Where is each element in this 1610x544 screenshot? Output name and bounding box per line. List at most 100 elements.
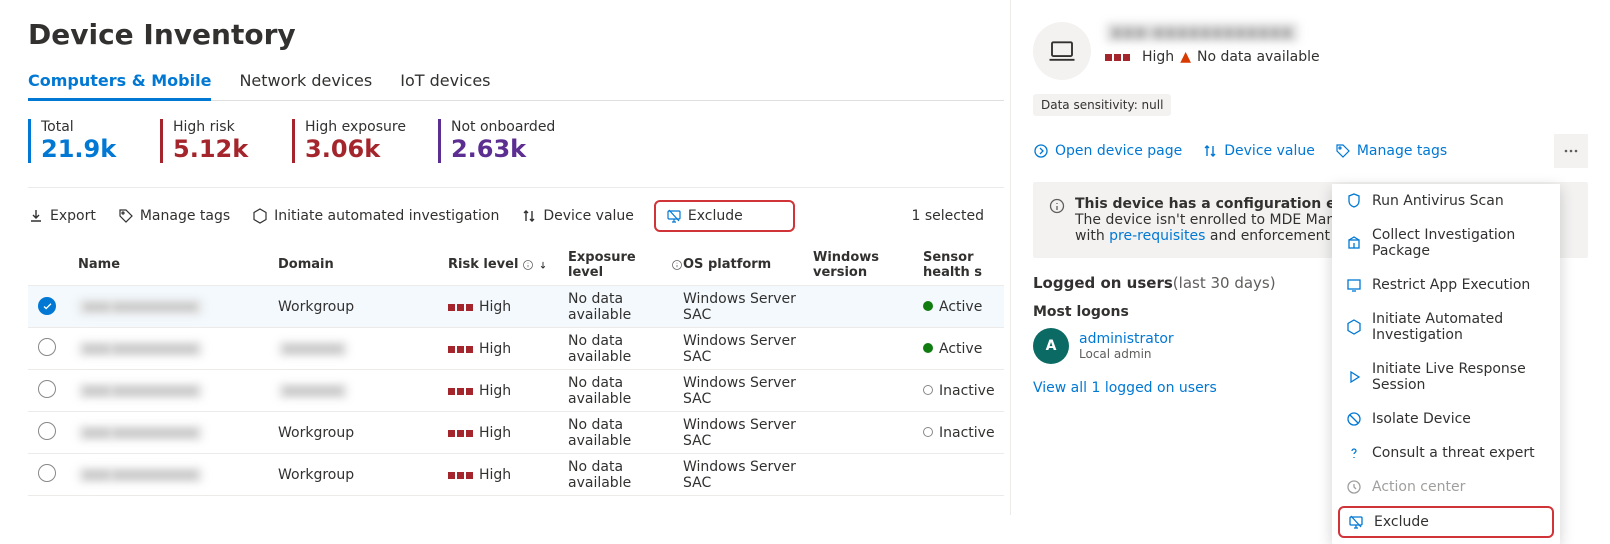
cell-sensor: Inactive	[923, 425, 1018, 441]
cell-exposure: No data available	[568, 417, 683, 449]
metric-high-risk[interactable]: High risk 5.12k	[160, 119, 260, 163]
cell-name: xxx-xxxxxxxxxx	[78, 299, 278, 315]
metric-high-exposure[interactable]: High exposure 3.06k	[292, 119, 406, 163]
checkbox-icon[interactable]	[38, 422, 56, 440]
checkbox-icon[interactable]	[38, 338, 56, 356]
col-risk-label: Risk level	[448, 257, 518, 272]
exclude-button[interactable]: Exclude	[654, 200, 795, 232]
metrics-row: Total 21.9k High risk 5.12k High exposur…	[28, 119, 1004, 163]
col-name[interactable]: Name	[78, 257, 278, 272]
info-icon	[1049, 198, 1065, 214]
device-status: High ▲ No data available	[1105, 49, 1320, 65]
download-icon	[28, 208, 44, 224]
cell-domain: xxxxxxx	[278, 341, 448, 357]
arrow-down-icon	[538, 260, 548, 270]
export-button[interactable]: Export	[28, 208, 96, 224]
exclude-label: Exclude	[688, 208, 743, 224]
investigation-button[interactable]: Initiate automated investigation	[252, 208, 499, 224]
cell-os: Windows Server SAC	[683, 291, 813, 323]
tag-icon	[1335, 143, 1351, 159]
metric-label: High exposure	[305, 119, 406, 135]
menu-collect-package[interactable]: Collect Investigation Package	[1332, 218, 1560, 268]
cell-os: Windows Server SAC	[683, 459, 813, 491]
manage-tags-label: Manage tags	[140, 208, 230, 224]
device-table: Name Domain Risk level Exposure level OS…	[28, 244, 1004, 496]
cell-name: xxx-xxxxxxxxxx	[78, 383, 278, 399]
cell-name: xxx-xxxxxxxxxx	[78, 425, 278, 441]
tab-network[interactable]: Network devices	[239, 71, 372, 90]
col-domain[interactable]: Domain	[278, 257, 448, 272]
menu-isolate-device[interactable]: Isolate Device	[1332, 402, 1560, 436]
cell-sensor: Active	[923, 299, 1018, 315]
menu-exclude[interactable]: Exclude	[1338, 506, 1554, 538]
more-actions-button[interactable]	[1554, 134, 1588, 168]
user-row[interactable]: A administrator Local admin	[1033, 328, 1174, 364]
more-horizontal-icon	[1563, 143, 1579, 159]
block-icon	[1346, 411, 1362, 427]
device-value-button[interactable]: Device value	[521, 208, 634, 224]
package-icon	[1346, 235, 1362, 251]
checkbox-checked-icon[interactable]	[38, 297, 56, 315]
actions-context-menu: Run Antivirus Scan Collect Investigation…	[1332, 184, 1560, 544]
menu-consult-expert[interactable]: Consult a threat expert	[1332, 436, 1560, 470]
cell-sensor: Inactive	[923, 383, 1018, 399]
menu-restrict-app[interactable]: Restrict App Execution	[1332, 268, 1560, 302]
device-value-label: Device value	[1224, 143, 1315, 159]
open-device-page-button[interactable]: Open device page	[1033, 143, 1182, 159]
col-sensor[interactable]: Sensor health s	[923, 250, 1018, 280]
cell-risk: High	[448, 341, 568, 357]
view-all-users-link[interactable]: View all 1 logged on users	[1033, 380, 1217, 396]
col-winver[interactable]: Windows version	[813, 250, 923, 280]
cell-sensor: Active	[923, 341, 1018, 357]
cell-exposure: No data available	[568, 459, 683, 491]
tabs: Computers & Mobile Network devices IoT d…	[28, 71, 1004, 101]
cell-domain: Workgroup	[278, 299, 448, 315]
investigation-label: Initiate automated investigation	[274, 208, 499, 224]
sort-icon	[521, 208, 537, 224]
page-title: Device Inventory	[28, 18, 1004, 51]
shield-icon	[1346, 193, 1362, 209]
col-exposure[interactable]: Exposure level	[568, 250, 683, 280]
cell-exposure: No data available	[568, 375, 683, 407]
col-os[interactable]: OS platform	[683, 257, 813, 272]
metric-value: 2.63k	[451, 135, 555, 163]
monitor-slash-icon	[666, 208, 682, 224]
checkbox-icon[interactable]	[38, 380, 56, 398]
prerequisites-link[interactable]: pre-requisites	[1109, 228, 1205, 244]
device-avatar	[1033, 22, 1091, 80]
device-value-label: Device value	[543, 208, 634, 224]
tab-iot[interactable]: IoT devices	[400, 71, 490, 90]
user-role: Local admin	[1079, 347, 1174, 361]
metric-label: Total	[41, 119, 128, 135]
cell-risk: High	[448, 425, 568, 441]
avatar: A	[1033, 328, 1069, 364]
metric-label: Not onboarded	[451, 119, 555, 135]
play-icon	[1346, 369, 1362, 385]
metric-total[interactable]: Total 21.9k	[28, 119, 128, 163]
table-header: Name Domain Risk level Exposure level OS…	[28, 244, 1004, 286]
menu-run-antivirus[interactable]: Run Antivirus Scan	[1332, 184, 1560, 218]
main-content: Device Inventory Computers & Mobile Netw…	[0, 0, 1004, 515]
manage-tags-button[interactable]: Manage tags	[118, 208, 230, 224]
cell-risk: High	[448, 299, 568, 315]
checkbox-icon[interactable]	[38, 464, 56, 482]
device-value-button[interactable]: Device value	[1202, 143, 1315, 159]
manage-tags-button[interactable]: Manage tags	[1335, 143, 1447, 159]
table-row[interactable]: xxx-xxxxxxxxxx Workgroup High No data av…	[28, 286, 1004, 328]
menu-live-response[interactable]: Initiate Live Response Session	[1332, 352, 1560, 402]
table-row[interactable]: xxx-xxxxxxxxxx Workgroup High No data av…	[28, 454, 1004, 496]
open-device-label: Open device page	[1055, 143, 1182, 159]
cell-risk: High	[448, 467, 568, 483]
table-row[interactable]: xxx-xxxxxxxxxx xxxxxxx High No data avai…	[28, 370, 1004, 412]
metric-not-onboarded[interactable]: Not onboarded 2.63k	[438, 119, 555, 163]
toolbar: Export Manage tags Initiate automated in…	[28, 187, 1004, 244]
tag-icon	[118, 208, 134, 224]
tab-computers[interactable]: Computers & Mobile	[28, 71, 211, 90]
sort-icon	[1202, 143, 1218, 159]
table-row[interactable]: xxx-xxxxxxxxxx Workgroup High No data av…	[28, 412, 1004, 454]
menu-auto-investigation[interactable]: Initiate Automated Investigation	[1332, 302, 1560, 352]
device-exposure: No data available	[1197, 49, 1320, 65]
app-restrict-icon	[1346, 277, 1362, 293]
col-risk[interactable]: Risk level	[448, 257, 568, 272]
table-row[interactable]: xxx-xxxxxxxxxx xxxxxxx High No data avai…	[28, 328, 1004, 370]
